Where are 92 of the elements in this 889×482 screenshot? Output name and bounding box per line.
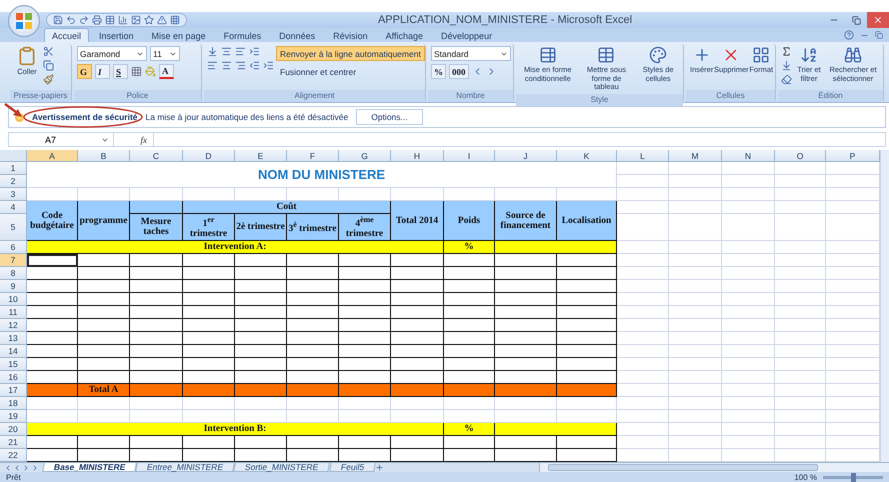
options-button[interactable]: Options... bbox=[356, 109, 423, 125]
row-header[interactable]: 5 bbox=[0, 214, 27, 241]
row-header[interactable]: 19 bbox=[0, 410, 27, 423]
font-name-field[interactable]: Garamond bbox=[77, 46, 147, 61]
ribbon-tab[interactable]: Données bbox=[271, 28, 324, 42]
row-header[interactable]: 18 bbox=[0, 397, 27, 410]
row-header[interactable]: 21 bbox=[0, 436, 27, 449]
row-header[interactable]: 17 bbox=[0, 384, 27, 397]
row-header[interactable]: 2 bbox=[0, 175, 27, 188]
column-header[interactable]: J bbox=[495, 150, 557, 162]
column-header[interactable]: M bbox=[669, 150, 722, 162]
column-header[interactable]: G bbox=[339, 150, 391, 162]
row-header[interactable]: 20 bbox=[0, 423, 27, 436]
number-format-field[interactable]: Standard bbox=[431, 46, 511, 61]
group-label: Style bbox=[516, 94, 683, 106]
ribbon-tab[interactable]: Mise en page bbox=[144, 28, 214, 42]
group-label: Presse-papiers bbox=[10, 90, 71, 102]
underline-button[interactable]: S bbox=[113, 64, 128, 79]
group-label: Nombre bbox=[428, 90, 513, 102]
group-label: Cellules bbox=[686, 90, 775, 102]
table-header-cell: Localisation bbox=[557, 201, 617, 241]
row-header[interactable]: 10 bbox=[0, 293, 27, 306]
table-header-cell: programme bbox=[78, 201, 130, 241]
column-header[interactable]: A bbox=[27, 150, 78, 162]
column-header[interactable]: B bbox=[78, 150, 130, 162]
sheet-tab[interactable]: Entree_MINISTERE bbox=[136, 463, 236, 472]
ribbon-tab[interactable]: Révision bbox=[325, 28, 376, 42]
thousands-button[interactable]: 000 bbox=[449, 64, 468, 79]
row-header[interactable]: 7 bbox=[0, 254, 27, 267]
font-color-button[interactable]: A bbox=[159, 64, 174, 79]
column-header[interactable]: F bbox=[287, 150, 339, 162]
row-header[interactable]: 12 bbox=[0, 319, 27, 332]
column-header[interactable]: H bbox=[391, 150, 444, 162]
row-header[interactable]: 15 bbox=[0, 358, 27, 371]
intervention-row-label: Intervention B: bbox=[27, 423, 444, 436]
table-header-cell: 4$^{ème}$ trimestre bbox=[339, 214, 391, 241]
row-header[interactable]: 9 bbox=[0, 280, 27, 293]
table-header-cell: Poids bbox=[444, 201, 495, 241]
table-header-cell: 3$^{è}$ trimestre bbox=[287, 214, 339, 241]
column-header[interactable]: D bbox=[183, 150, 235, 162]
percent-button[interactable]: % bbox=[431, 64, 446, 79]
row-header[interactable]: 3 bbox=[0, 188, 27, 201]
table-header-cell: Total 2014 bbox=[391, 201, 444, 241]
column-header[interactable]: K bbox=[557, 150, 617, 162]
ribbon-tab[interactable]: Accueil bbox=[44, 28, 90, 42]
sheet-tab[interactable]: Sortie_MINISTERE bbox=[234, 463, 330, 472]
status-text: Prêt bbox=[6, 472, 21, 482]
group-label: Police bbox=[74, 90, 201, 102]
column-header[interactable]: N bbox=[722, 150, 775, 162]
column-header[interactable]: P bbox=[826, 150, 880, 162]
column-header[interactable]: O bbox=[775, 150, 826, 162]
table-header-cell: Coût bbox=[183, 201, 391, 214]
sheet-title: NOM DU MINISTERE bbox=[258, 167, 386, 182]
row-header[interactable]: 4 bbox=[0, 201, 27, 214]
row-header[interactable]: 11 bbox=[0, 306, 27, 319]
table-header-cell: 1$^{er}$ trimestre bbox=[183, 214, 235, 241]
zoom-level: 100 % bbox=[794, 472, 817, 482]
row-header[interactable]: 1 bbox=[0, 162, 27, 175]
weight-cell: % bbox=[444, 241, 495, 254]
group-label: Édition bbox=[778, 90, 883, 102]
table-header-cell: Source de financement bbox=[495, 201, 557, 241]
sheet-tab[interactable]: Feuil5 bbox=[328, 463, 376, 472]
intervention-row-label: Intervention A: bbox=[27, 241, 444, 254]
weight-cell: % bbox=[444, 423, 495, 436]
row-header[interactable]: 14 bbox=[0, 345, 27, 358]
security-warning-title: Avertissement de sécurité bbox=[32, 112, 138, 122]
security-message: La mise à jour automatique des liens a été désactivée bbox=[146, 112, 348, 122]
row-header[interactable]: 6 bbox=[0, 241, 27, 254]
ribbon-tab[interactable]: Affichage bbox=[378, 28, 432, 42]
row-header[interactable]: 16 bbox=[0, 371, 27, 384]
ribbon-tab[interactable]: Formules bbox=[216, 28, 270, 42]
wrap-text-button[interactable]: Renvoyer à la ligne automatiquement bbox=[276, 46, 425, 61]
column-header[interactable]: C bbox=[130, 150, 183, 162]
merge-center-button[interactable]: Fusionner et centrer bbox=[276, 64, 425, 79]
font-size-field[interactable]: 11 bbox=[150, 46, 180, 61]
table-header-cell: Code budgétaire bbox=[27, 201, 78, 241]
table-header-cell: Mesure taches bbox=[130, 214, 183, 241]
column-header[interactable]: E bbox=[235, 150, 287, 162]
ribbon-tab[interactable]: Développeur bbox=[433, 28, 500, 42]
table-header-cell: 2è trimestre bbox=[235, 214, 287, 241]
italic-button[interactable]: I bbox=[95, 64, 110, 79]
row-header[interactable]: 22 bbox=[0, 449, 27, 462]
sheet-tab[interactable]: Base_MINISTERE bbox=[42, 463, 138, 472]
row-header[interactable]: 8 bbox=[0, 267, 27, 280]
ribbon-tab[interactable]: Insertion bbox=[91, 28, 142, 42]
row-header[interactable]: 13 bbox=[0, 332, 27, 345]
column-header[interactable]: L bbox=[617, 150, 669, 162]
bold-button[interactable]: G bbox=[77, 64, 92, 79]
total-label: Total A bbox=[78, 384, 130, 397]
column-header[interactable]: I bbox=[444, 150, 495, 162]
window-title: APPLICATION_NOM_MINISTERE - Microsoft Excel bbox=[376, 14, 634, 26]
group-label: Alignement bbox=[204, 90, 425, 102]
